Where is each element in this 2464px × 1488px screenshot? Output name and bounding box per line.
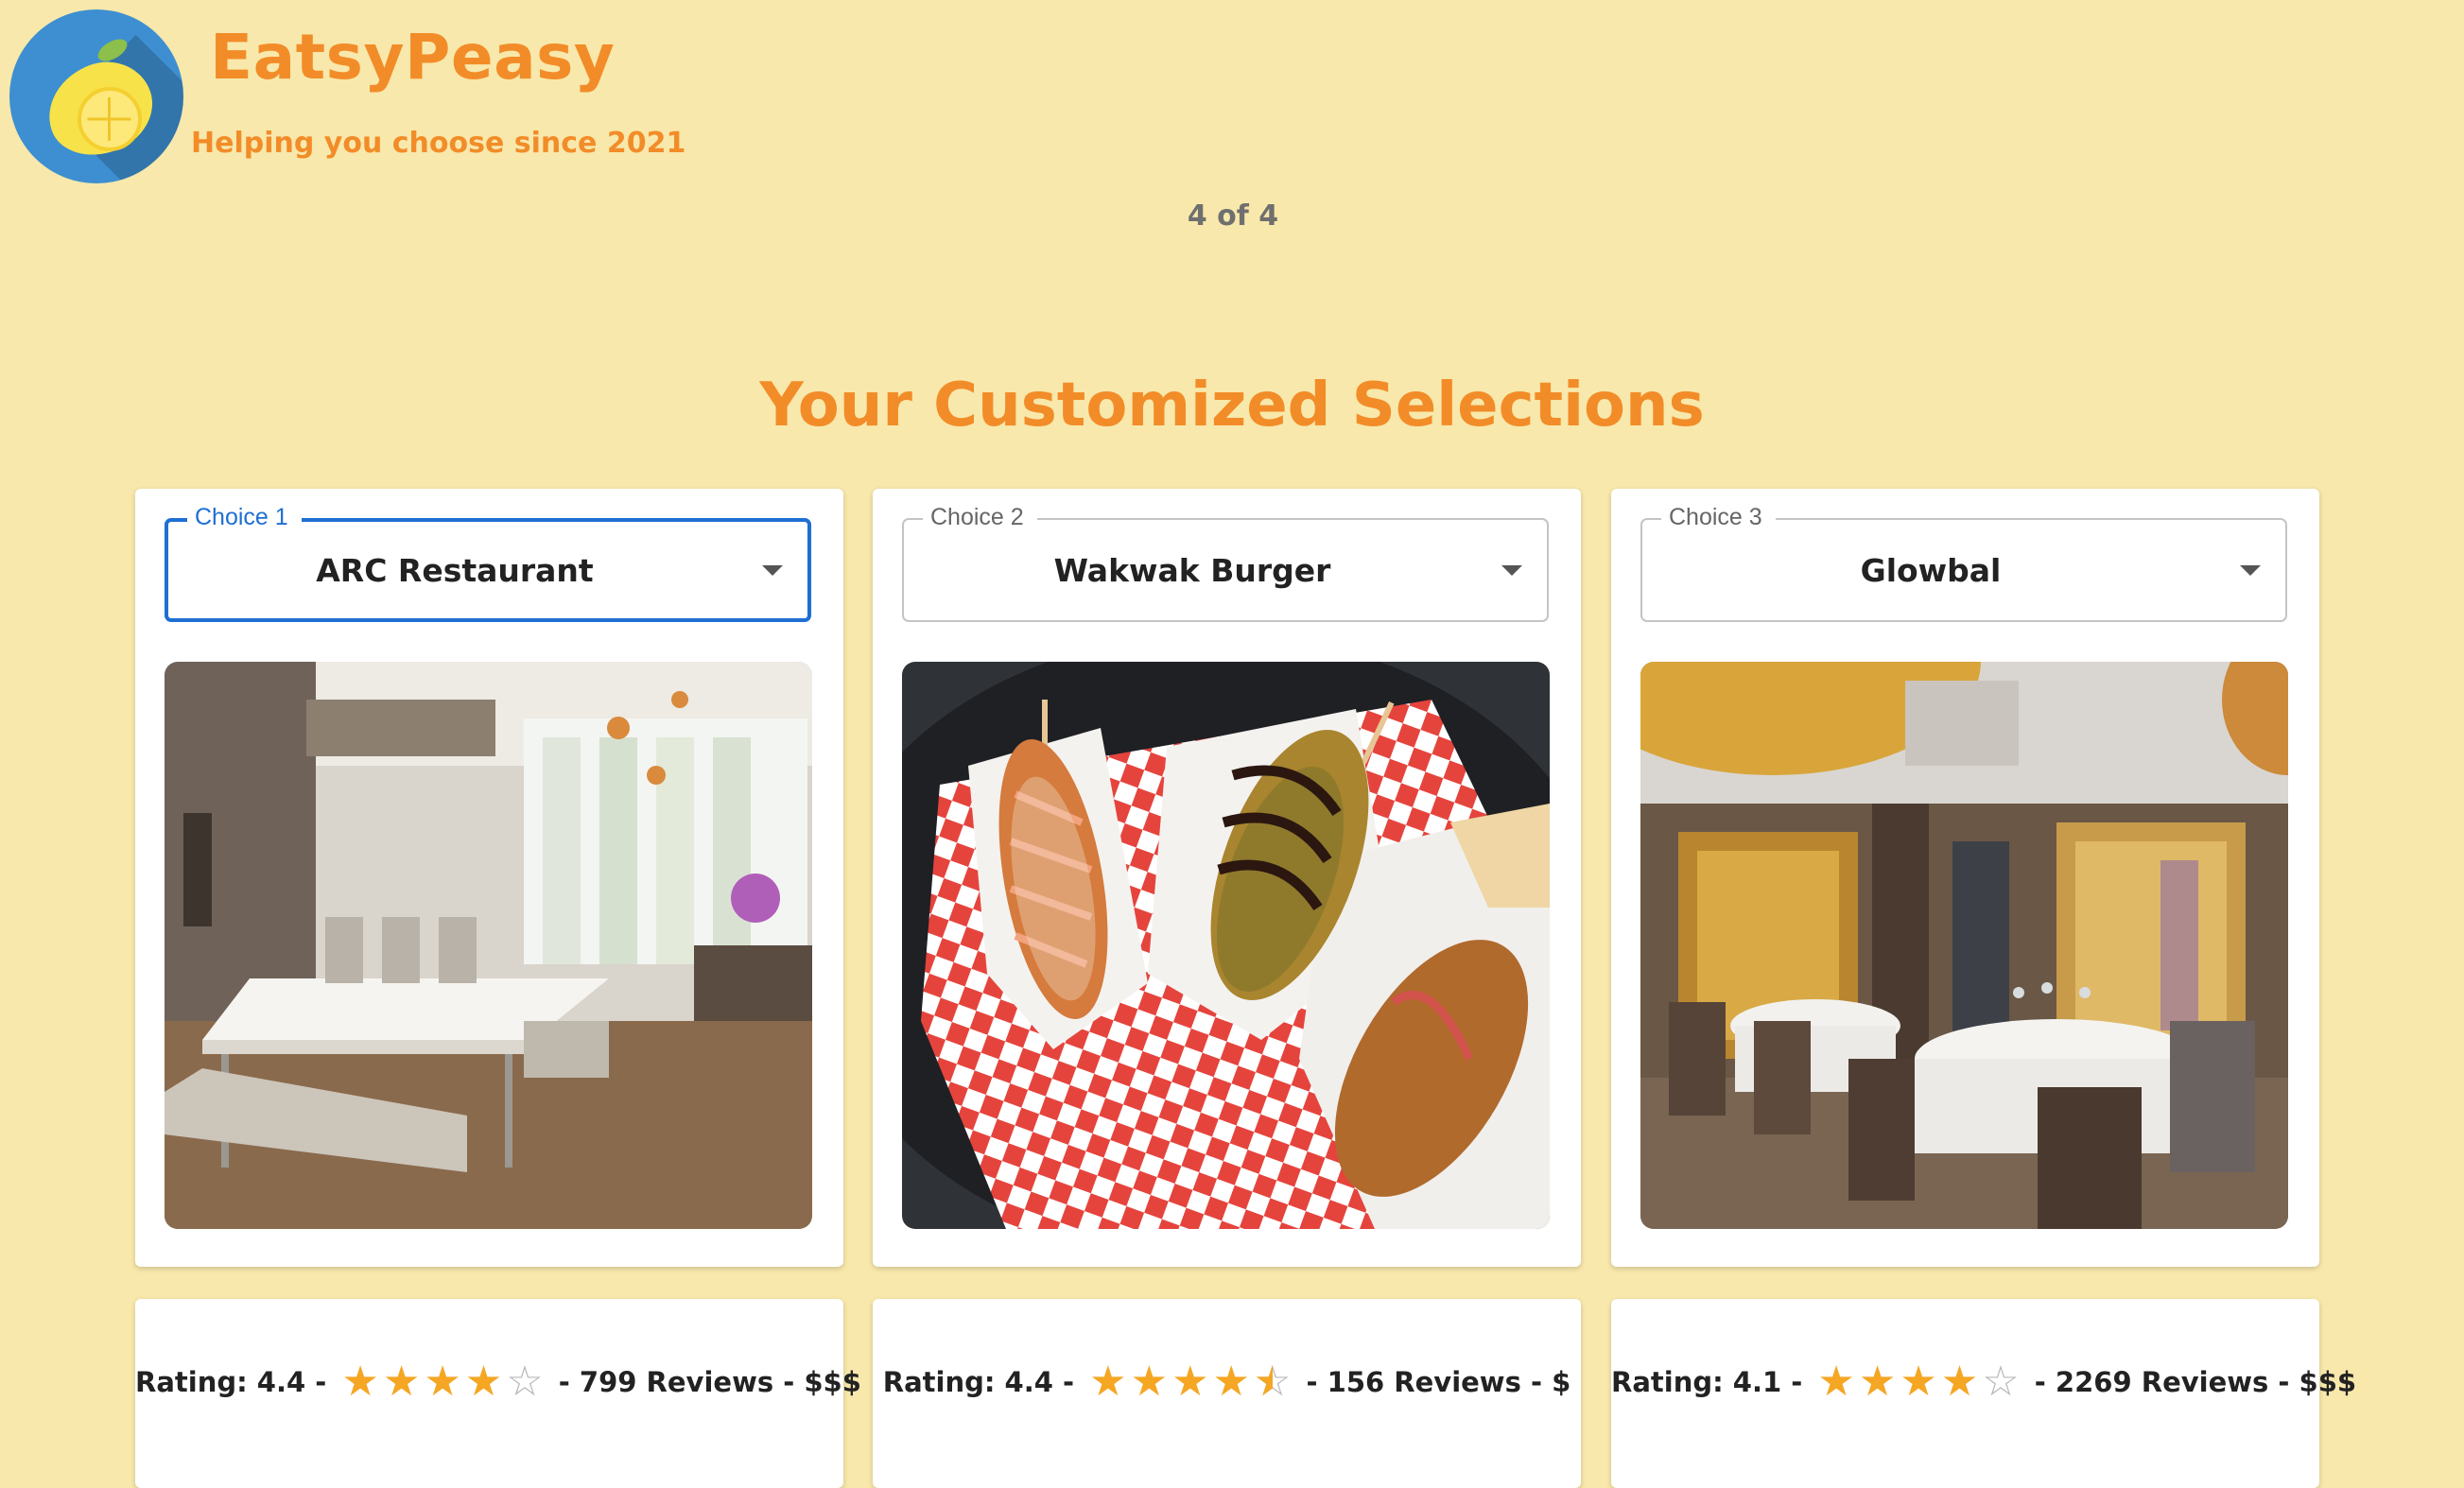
- corn-dog-food-photo: [902, 662, 1550, 1229]
- rating-card-1: Rating: 4.4 - ★★★★☆ - 799 Reviews - $$$: [135, 1299, 861, 1488]
- star-icon: ★: [1130, 1358, 1169, 1406]
- choice-3-select[interactable]: Choice 3 Glowbal: [1640, 504, 2287, 622]
- brand-tagline: Helping you choose since 2021: [191, 127, 686, 160]
- reviews-text: - 2269 Reviews - $$$: [2034, 1366, 2357, 1398]
- lemon-slice-shape: [78, 87, 142, 151]
- star-icon: ★: [382, 1358, 421, 1406]
- rating-line-1: Rating: 4.4 - ★★★★☆ - 799 Reviews - $$$: [135, 1358, 861, 1406]
- app-header: EatsyPeasy Helping you choose since 2021: [0, 0, 2464, 189]
- choice-3-value: Glowbal: [1860, 551, 2002, 589]
- star-icon: ★: [1817, 1358, 1855, 1406]
- dining-room-photo: [1640, 662, 2288, 1229]
- reviews-text: - 156 Reviews - $: [1306, 1366, 1571, 1398]
- rating-card-2: Rating: 4.4 - ★★★★☆★ - 156 Reviews - $: [873, 1299, 1581, 1488]
- star-icon: ★: [341, 1358, 379, 1406]
- star-icon: ★: [1940, 1358, 1979, 1406]
- star-icon: ★: [424, 1358, 461, 1406]
- star-rating: ★★★★☆: [339, 1358, 545, 1406]
- star-icon: ★: [464, 1358, 503, 1406]
- choice-1-select[interactable]: Choice 1 ARC Restaurant: [165, 504, 811, 622]
- choice-1-value: ARC Restaurant: [316, 551, 594, 589]
- choice-card-3: Choice 3 Glowbal: [1611, 489, 2319, 1267]
- star-icon: ★: [1858, 1358, 1897, 1406]
- choice-2-value: Wakwak Burger: [1053, 551, 1331, 589]
- star-icon: ★: [1212, 1358, 1250, 1406]
- star-rating: ★★★★☆: [1815, 1358, 2021, 1406]
- page-indicator: 4 of 4: [1187, 199, 1279, 233]
- chevron-down-icon[interactable]: [762, 565, 783, 576]
- star-empty-icon: ☆: [1982, 1358, 2020, 1406]
- star-half-fill: ★: [1254, 1365, 1273, 1399]
- brand-name[interactable]: EatsyPeasy: [210, 21, 615, 94]
- chevron-down-icon[interactable]: [2240, 565, 2261, 576]
- chevron-down-icon[interactable]: [1501, 565, 1522, 576]
- choice-card-2: Choice 2 Wakwak Burger: [873, 489, 1581, 1267]
- star-icon: ★: [1171, 1358, 1209, 1406]
- rating-line-3: Rating: 4.1 - ★★★★☆ - 2269 Reviews - $$$: [1611, 1358, 2356, 1406]
- choice-2-select[interactable]: Choice 2 Wakwak Burger: [902, 504, 1549, 622]
- lemon-logo-icon[interactable]: [9, 9, 183, 183]
- rating-text: Rating: 4.1 -: [1611, 1366, 1803, 1398]
- star-empty-icon: ☆: [506, 1358, 544, 1406]
- reviews-text: - 799 Reviews - $$$: [558, 1366, 861, 1398]
- star-icon: ★: [1900, 1358, 1937, 1406]
- restaurant-interior-photo: [165, 662, 812, 1229]
- page-title: Your Customized Selections: [759, 371, 1705, 441]
- star-half-icon: ☆★: [1253, 1358, 1292, 1406]
- rating-line-2: Rating: 4.4 - ★★★★☆★ - 156 Reviews - $: [873, 1358, 1581, 1406]
- rating-text: Rating: 4.4 -: [135, 1366, 327, 1398]
- rating-text: Rating: 4.4 -: [882, 1366, 1075, 1398]
- rating-card-3: Rating: 4.1 - ★★★★☆ - 2269 Reviews - $$$: [1611, 1299, 2356, 1488]
- choice-card-1: Choice 1 ARC Restaurant: [135, 489, 843, 1267]
- star-rating: ★★★★☆★: [1087, 1358, 1293, 1406]
- star-icon: ★: [1089, 1358, 1127, 1406]
